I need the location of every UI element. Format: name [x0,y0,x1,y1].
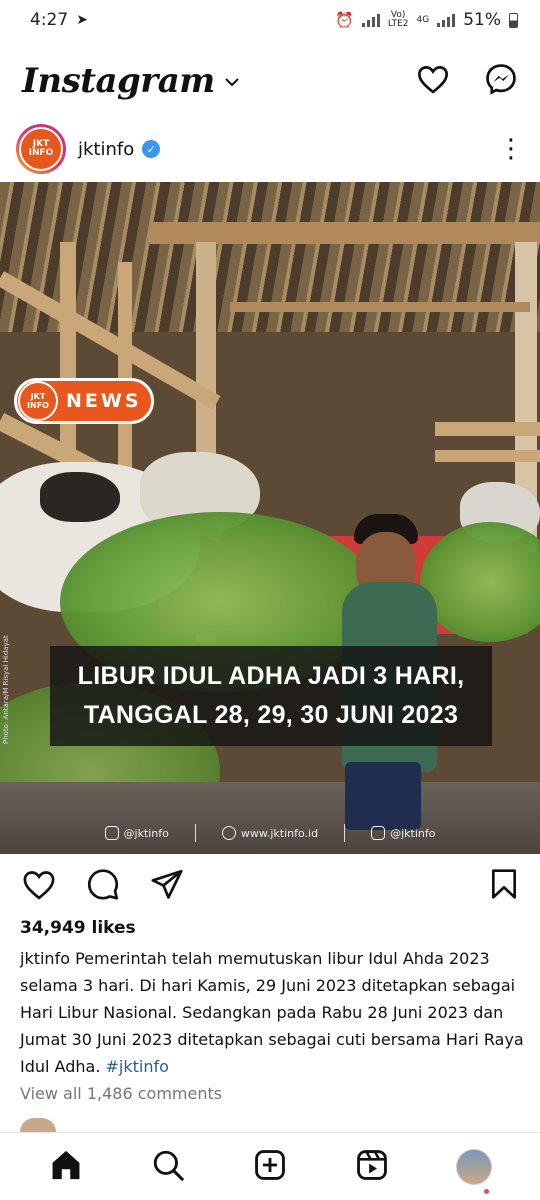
view-comments-link[interactable]: View all 1,486 comments [20,1084,222,1103]
instagram-logo[interactable]: Instagram [22,61,215,101]
chevron-down-icon[interactable] [224,72,239,91]
like-heart-icon[interactable] [22,869,56,904]
more-options-icon[interactable]: ⋮ [498,136,524,162]
image-headline: LIBUR IDUL ADHA JADI 3 HARI, TANGGAL 28,… [50,646,492,746]
volte-indicator: Vo) LTE2 [387,10,409,29]
instagram-handle: @jktinfo [104,826,169,840]
post-image[interactable]: JKT INFO NEWS LIBUR IDUL ADHA JADI 3 HARI… [0,182,540,854]
reels-icon[interactable] [355,1148,389,1186]
signal-icon-2 [437,13,456,27]
headline-line-1: LIBUR IDUL ADHA JADI 3 HARI, [77,662,465,690]
create-icon[interactable] [253,1148,287,1186]
post-username[interactable]: jktinfo [78,139,134,160]
roof-beam [150,222,540,244]
fence-rail [435,450,540,462]
line-handle: @jktinfo [371,826,435,840]
notification-bird-icon: ➤ [76,12,88,28]
photo-credit: Photo: Antara/M Risyal Hidayat [2,635,10,744]
person-shorts [345,762,421,830]
profile-avatar[interactable] [456,1148,493,1185]
status-time: 4:27 [30,10,69,30]
website: www.jktinfo.id [221,826,318,840]
alarm-icon: ⏰ [335,11,354,29]
comment-icon[interactable] [86,867,120,905]
status-bar: 4:27 ➤ ⏰ Vo) LTE2 4G 51% [0,0,540,40]
battery-icon [509,12,518,28]
image-socials: @jktinfo www.jktinfo.id @jktinfo [0,822,540,844]
caption-username[interactable]: jktinfo [20,949,70,968]
app-header: Instagram [0,52,540,110]
caption-hashtag[interactable]: #jktinfo [106,1057,169,1076]
roof-beam [230,302,530,312]
news-label: NEWS [66,390,142,412]
likes-count[interactable]: 34,949 likes [20,918,136,938]
globe-icon [221,826,236,840]
verified-badge-icon: ✓ [142,140,161,158]
post-header: JKT INFO jktinfo ✓ ⋮ [0,120,540,178]
heart-icon[interactable] [416,64,450,98]
avatar[interactable]: JKT INFO [19,127,63,171]
story-ring[interactable]: JKT INFO [16,124,66,174]
messenger-icon[interactable] [484,62,518,100]
bottom-nav [0,1132,540,1200]
news-badge: JKT INFO NEWS [14,378,154,424]
fence-rail [435,422,540,436]
battery-level: 51% [463,10,501,30]
bookmark-icon[interactable] [490,868,518,904]
goat [40,472,120,522]
notification-dot [484,1189,489,1194]
search-icon[interactable] [151,1148,185,1186]
share-icon[interactable] [150,868,184,904]
signal-icon [361,13,380,27]
post-actions [0,866,540,906]
commenter-avatar [20,1118,56,1132]
network-type: 4G [416,14,430,25]
headline-line-2: TANGGAL 28, 29, 30 JUNI 2023 [83,701,459,729]
caption-text: Pemerintah telah memutuskan libur Idul A… [20,949,524,1076]
instagram-icon [104,826,119,840]
jktinfo-logo: JKT INFO [18,381,58,421]
post-caption: jktinfo Pemerintah telah memutuskan libu… [20,945,525,1080]
chat-icon [371,826,386,840]
home-icon[interactable] [48,1148,84,1186]
